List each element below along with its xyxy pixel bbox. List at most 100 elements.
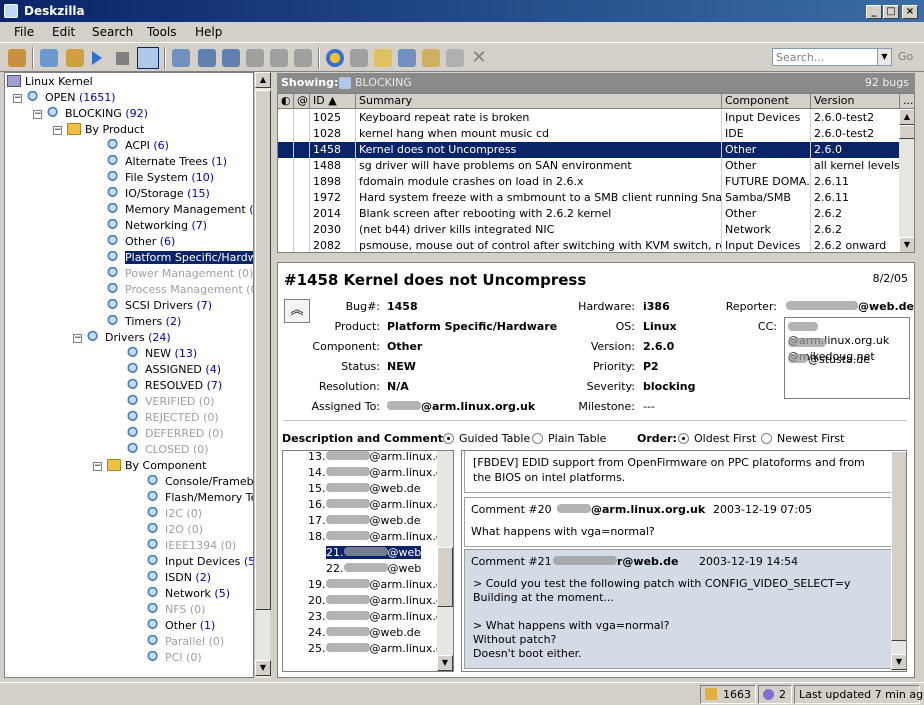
tree-item[interactable]: REJECTED (0): [127, 410, 219, 426]
tree-item[interactable]: Process Management (0): [107, 282, 253, 298]
tree-item[interactable]: Other (6): [107, 234, 175, 250]
comment-tree-item[interactable]: 24. @web.de: [305, 625, 421, 641]
tree-item[interactable]: BLOCKING (92): [47, 106, 148, 122]
scroll-down-button[interactable]: ▼: [255, 660, 271, 676]
tree-item[interactable]: Console/Framebuffers: [147, 474, 253, 490]
edit-bug-icon[interactable]: [422, 49, 440, 67]
guided-table-radio[interactable]: Guided Table: [443, 432, 530, 445]
bug-row[interactable]: 1898 fdomain module crashes on load in 2.…: [278, 174, 900, 190]
close-button[interactable]: ×: [902, 5, 918, 19]
minimize-button[interactable]: _: [866, 5, 882, 19]
comment-tree-scrollbar[interactable]: ▼: [437, 451, 453, 671]
tree-item[interactable]: Networking (7): [107, 218, 207, 234]
new-bug-icon[interactable]: [374, 49, 392, 67]
tree-item[interactable]: RESOLVED (7): [127, 378, 222, 394]
comment-tree-item[interactable]: 20.@arm.linux.org.u: [305, 593, 453, 609]
tree-item[interactable]: NFS (0): [147, 602, 205, 618]
menu-file[interactable]: File: [14, 25, 34, 39]
collapse-icon[interactable]: ︽: [284, 299, 310, 323]
collapse-toggle[interactable]: −: [33, 110, 42, 119]
comment-scrollbar[interactable]: ▼: [891, 451, 906, 671]
bug-row[interactable]: 1972 Hard system freeze with a smbmount t…: [278, 190, 900, 206]
oldest-first-radio[interactable]: Oldest First: [678, 432, 756, 445]
tree-item[interactable]: Other (1): [147, 618, 215, 634]
tree-item[interactable]: ACPI (6): [107, 138, 169, 154]
tree-item[interactable]: I2C (0): [147, 506, 202, 522]
scroll-up-button[interactable]: ▲: [255, 72, 271, 88]
tree-item[interactable]: SCSI Drivers (7): [107, 298, 212, 314]
comment-tree-item[interactable]: 22. @web: [323, 561, 421, 577]
tree-item[interactable]: IO/Storage (15): [107, 186, 210, 202]
delete-icon[interactable]: [350, 49, 368, 67]
bug-row[interactable]: 2082 psmouse, mouse out of control after …: [278, 238, 900, 252]
edit-query-icon[interactable]: [66, 49, 84, 67]
tree-item[interactable]: PCI (0): [147, 650, 202, 666]
table-scrollbar[interactable]: ▲ ▼: [899, 109, 914, 252]
search-input[interactable]: Search...: [772, 48, 878, 66]
comment-tree-item[interactable]: 14.@arm.linux.org.u: [305, 465, 453, 481]
tree-item[interactable]: ISDN (2): [147, 570, 211, 586]
refresh-icon[interactable]: [246, 49, 264, 67]
bug-row[interactable]: 1458 Kernel does not Uncompress Other 2.6.0: [278, 142, 900, 158]
bug-icon[interactable]: [172, 49, 190, 67]
commit-icon[interactable]: [398, 49, 416, 67]
stop-icon[interactable]: [116, 52, 129, 65]
tree-item[interactable]: VERIFIED (0): [127, 394, 214, 410]
bug-row[interactable]: 2030 (net b44) driver kills integrated NI…: [278, 222, 900, 238]
tree-item[interactable]: I2O (0): [147, 522, 203, 538]
comment-tree-item[interactable]: 18.@arm.linux.org.u: [305, 529, 453, 545]
collapse-toggle[interactable]: −: [53, 126, 62, 135]
tree-item[interactable]: CLOSED (0): [127, 442, 209, 458]
cc-list[interactable]: @arm.linux.org.uk @mikedoug.net @stusta.…: [784, 317, 910, 399]
collapse-toggle[interactable]: −: [73, 334, 82, 343]
collapse-toggle[interactable]: −: [93, 462, 102, 471]
bug-row[interactable]: 2014 Blank screen after rebooting with 2.…: [278, 206, 900, 222]
trash-icon[interactable]: [270, 49, 288, 67]
tree-item[interactable]: Parallel (0): [147, 634, 224, 650]
tree-item[interactable]: File System (10): [107, 170, 214, 186]
comment-tree-item[interactable]: 13.@arm.linux.org.u: [305, 451, 453, 465]
tree-item[interactable]: DEFERRED (0): [127, 426, 223, 442]
up-icon[interactable]: [222, 49, 240, 67]
menu-edit[interactable]: Edit: [52, 25, 75, 39]
tree-item[interactable]: Input Devices (5: [147, 554, 253, 570]
tree-item[interactable]: OPEN (1651): [27, 90, 116, 106]
search-dropdown-button[interactable]: ▼: [877, 48, 892, 66]
go-button[interactable]: Go: [898, 50, 913, 63]
tree-item[interactable]: NEW (13): [127, 346, 197, 362]
tree-item[interactable]: By Component: [107, 458, 206, 474]
newest-first-radio[interactable]: Newest First: [761, 432, 844, 445]
table-view-icon[interactable]: [137, 47, 159, 69]
id-column-header[interactable]: ID ▲: [310, 94, 356, 109]
plain-table-radio[interactable]: Plain Table: [532, 432, 606, 445]
comment-tree-item[interactable]: 16.@arm.linux.org.u: [305, 497, 453, 513]
comment-tree-item[interactable]: 17. @web.de: [305, 513, 421, 529]
run-icon[interactable]: [92, 51, 102, 65]
collapse-toggle[interactable]: −: [13, 94, 22, 103]
cancel-icon[interactable]: ✕: [470, 49, 488, 67]
component-column-header[interactable]: Component: [722, 94, 811, 109]
merge-icon[interactable]: [294, 49, 312, 67]
new-query-icon[interactable]: [40, 49, 58, 67]
tree-scrollbar[interactable]: ▲ ▼: [254, 72, 271, 678]
summary-column-header[interactable]: Summary: [356, 94, 722, 109]
menu-search[interactable]: Search: [92, 25, 133, 39]
tree-item[interactable]: Timers (2): [107, 314, 181, 330]
tree-item[interactable]: Drivers (24): [87, 330, 171, 346]
tree-item[interactable]: By Product: [67, 122, 144, 138]
maximize-button[interactable]: □: [883, 5, 899, 19]
bug-row[interactable]: 1488 sg driver will have problems on SAN …: [278, 158, 900, 174]
tree-item[interactable]: Alternate Trees (1): [107, 154, 227, 170]
scroll-thumb[interactable]: [255, 90, 271, 610]
comment-tree-item[interactable]: 23.@arm.linux.org.u: [305, 609, 453, 625]
tree-item[interactable]: Platform Specific/Hardware: [107, 250, 253, 266]
comment-tree-item[interactable]: 15. @web.de: [305, 481, 421, 497]
menu-help[interactable]: Help: [195, 25, 222, 39]
tree-item[interactable]: IEEE1394 (0): [147, 538, 236, 554]
globe-icon[interactable]: [326, 49, 344, 67]
more-columns-button[interactable]: ...: [900, 94, 914, 109]
bug-row[interactable]: 1028 kernel hang when mount music cd IDE 2.…: [278, 126, 900, 142]
comment-tree-item[interactable]: 25.@arm.linux.org.u: [305, 641, 453, 657]
comment-icon[interactable]: [446, 49, 464, 67]
tree-item[interactable]: Linux Kernel: [7, 74, 93, 90]
